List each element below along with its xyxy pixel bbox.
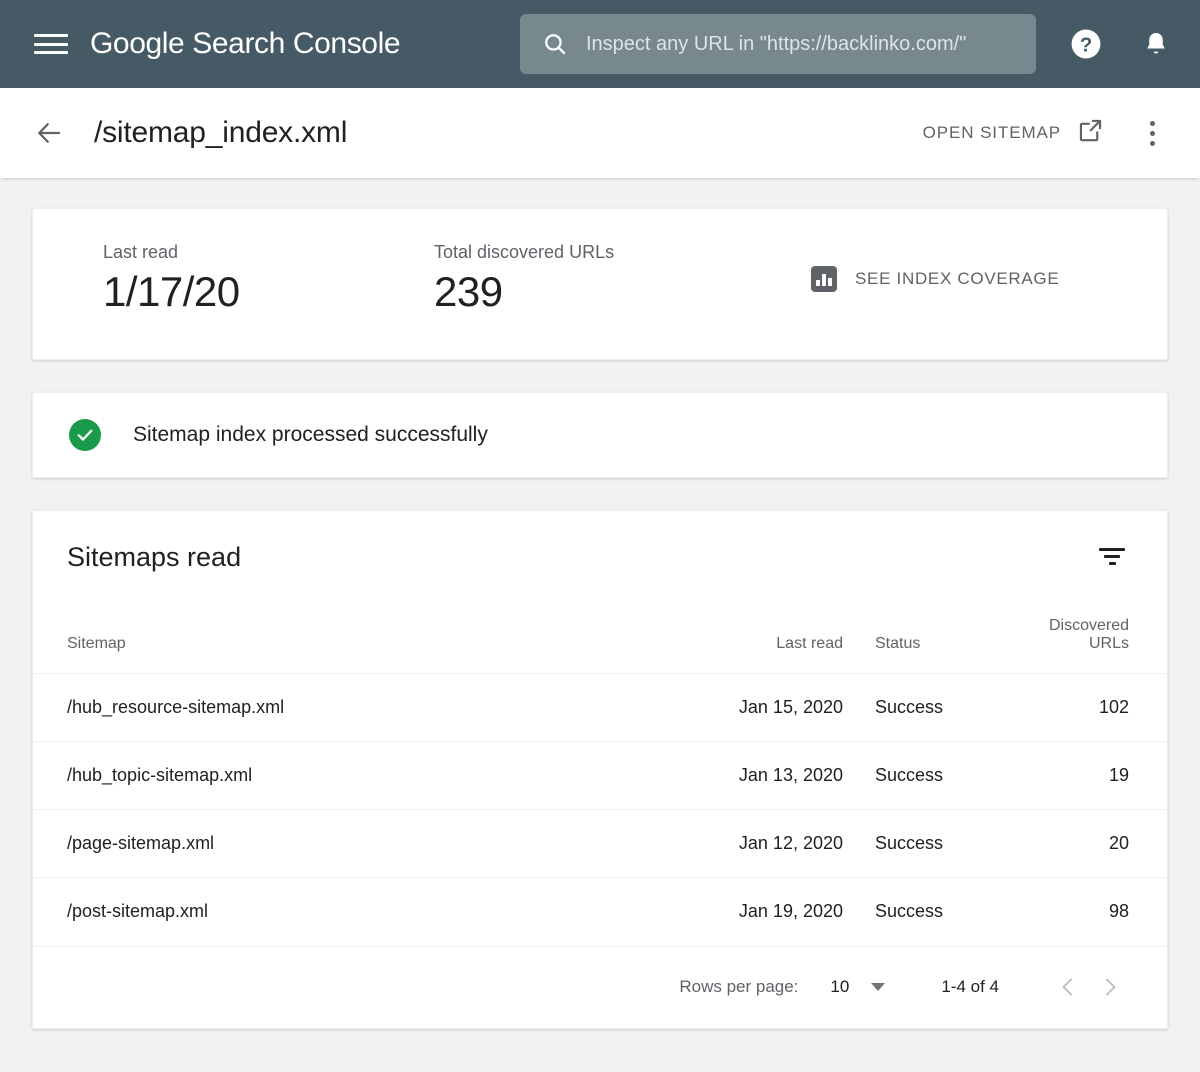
page-header-actions: OPEN SITEMAP bbox=[923, 88, 1172, 178]
back-arrow-icon[interactable] bbox=[34, 118, 64, 148]
metric-total-discovered-urls: Total discovered URLs 239 bbox=[434, 242, 614, 315]
url-inspection-search[interactable]: Inspect any URL in "https://backlinko.co… bbox=[520, 14, 1036, 74]
table-row[interactable]: /hub_topic-sitemap.xmlJan 13, 2020Succes… bbox=[33, 742, 1167, 810]
table-body: /hub_resource-sitemap.xmlJan 15, 2020Suc… bbox=[33, 674, 1167, 946]
column-header-status: Status bbox=[843, 603, 1005, 674]
page-header: /sitemap_index.xml OPEN SITEMAP bbox=[0, 88, 1200, 178]
metric-total-urls-label: Total discovered URLs bbox=[434, 242, 614, 263]
status-message: Sitemap index processed successfully bbox=[133, 423, 488, 447]
app-brand-title: Google Search Console bbox=[90, 27, 400, 61]
table-header-row: Sitemap Last read Status Discovered URLs bbox=[33, 603, 1167, 674]
cell-last-read: Jan 12, 2020 bbox=[663, 810, 843, 878]
column-header-last-read: Last read bbox=[663, 603, 843, 674]
cell-status: Success bbox=[843, 674, 1005, 742]
external-link-icon bbox=[1077, 117, 1104, 149]
pagination-range: 1-4 of 4 bbox=[941, 977, 999, 997]
top-bar-actions: ? bbox=[1068, 0, 1174, 88]
notifications-bell-icon[interactable] bbox=[1138, 26, 1174, 62]
sitemap-summary-card: Last read 1/17/20 Total discovered URLs … bbox=[32, 208, 1168, 360]
cell-sitemap: /hub_resource-sitemap.xml bbox=[33, 674, 663, 742]
cell-sitemap: /hub_topic-sitemap.xml bbox=[33, 742, 663, 810]
next-page-icon[interactable] bbox=[1089, 966, 1131, 1008]
table-row[interactable]: /hub_resource-sitemap.xmlJan 15, 2020Suc… bbox=[33, 674, 1167, 742]
page-title: /sitemap_index.xml bbox=[94, 116, 347, 150]
chevron-down-icon bbox=[871, 983, 885, 991]
column-header-sitemap: Sitemap bbox=[33, 603, 663, 674]
table-row[interactable]: /page-sitemap.xmlJan 12, 2020Success20 bbox=[33, 810, 1167, 878]
cell-discovered-urls: 19 bbox=[1005, 742, 1167, 810]
sitemaps-table: Sitemap Last read Status Discovered URLs… bbox=[33, 603, 1167, 946]
see-index-coverage-button[interactable]: SEE INDEX COVERAGE bbox=[811, 266, 1059, 292]
menu-icon[interactable] bbox=[34, 32, 68, 56]
cell-last-read: Jan 15, 2020 bbox=[663, 674, 843, 742]
table-title: Sitemaps read bbox=[67, 542, 241, 573]
main-content: Last read 1/17/20 Total discovered URLs … bbox=[0, 178, 1200, 1029]
previous-page-icon[interactable] bbox=[1047, 966, 1089, 1008]
cell-sitemap: /page-sitemap.xml bbox=[33, 810, 663, 878]
sitemaps-read-card: Sitemaps read Sitemap Last read Status D… bbox=[32, 510, 1168, 1029]
search-input-placeholder: Inspect any URL in "https://backlinko.co… bbox=[586, 33, 966, 56]
filter-icon[interactable] bbox=[1095, 541, 1129, 571]
cell-status: Success bbox=[843, 810, 1005, 878]
see-index-coverage-label: SEE INDEX COVERAGE bbox=[855, 269, 1059, 289]
more-options-icon[interactable] bbox=[1132, 113, 1172, 153]
svg-text:?: ? bbox=[1080, 33, 1093, 56]
cell-discovered-urls: 102 bbox=[1005, 674, 1167, 742]
success-check-icon bbox=[69, 419, 101, 451]
cell-sitemap: /post-sitemap.xml bbox=[33, 878, 663, 946]
cell-discovered-urls: 20 bbox=[1005, 810, 1167, 878]
table-head: Sitemap Last read Status Discovered URLs bbox=[33, 603, 1167, 674]
rows-per-page-select[interactable]: 10 bbox=[830, 977, 885, 997]
metric-total-urls-value: 239 bbox=[434, 269, 614, 315]
table-row[interactable]: /post-sitemap.xmlJan 19, 2020Success98 bbox=[33, 878, 1167, 946]
table-pagination: Rows per page: 10 1-4 of 4 bbox=[33, 946, 1167, 1028]
bar-chart-icon bbox=[811, 266, 837, 292]
cell-discovered-urls: 98 bbox=[1005, 878, 1167, 946]
search-icon bbox=[542, 31, 568, 57]
cell-status: Success bbox=[843, 878, 1005, 946]
open-sitemap-button[interactable]: OPEN SITEMAP bbox=[923, 117, 1104, 149]
cell-last-read: Jan 13, 2020 bbox=[663, 742, 843, 810]
cell-last-read: Jan 19, 2020 bbox=[663, 878, 843, 946]
table-header-bar: Sitemaps read bbox=[33, 511, 1167, 603]
rows-per-page-label: Rows per page: bbox=[679, 977, 798, 997]
column-header-discovered-urls: Discovered URLs bbox=[1005, 603, 1167, 674]
metric-last-read: Last read 1/17/20 bbox=[103, 242, 240, 315]
sitemap-status-card: Sitemap index processed successfully bbox=[32, 392, 1168, 478]
top-app-bar: Google Search Console Inspect any URL in… bbox=[0, 0, 1200, 88]
help-icon[interactable]: ? bbox=[1068, 26, 1104, 62]
metric-last-read-value: 1/17/20 bbox=[103, 269, 240, 315]
open-sitemap-label: OPEN SITEMAP bbox=[923, 123, 1061, 143]
app-root: Google Search Console Inspect any URL in… bbox=[0, 0, 1200, 1072]
rows-per-page-value: 10 bbox=[830, 977, 849, 997]
cell-status: Success bbox=[843, 742, 1005, 810]
metric-last-read-label: Last read bbox=[103, 242, 240, 263]
